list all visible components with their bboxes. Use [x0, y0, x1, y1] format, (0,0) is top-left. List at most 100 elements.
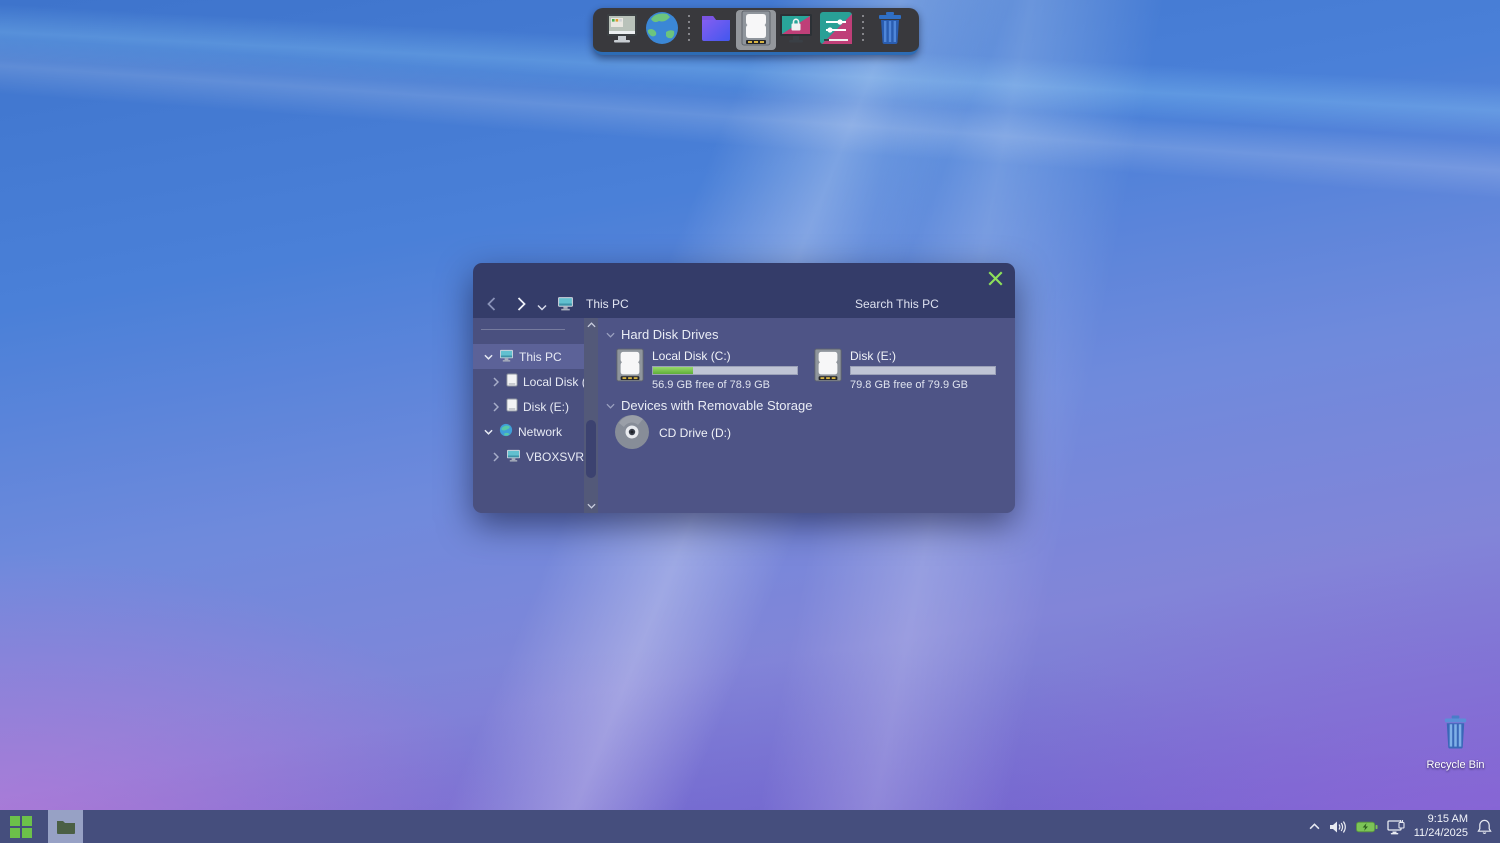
- drive-disk-e[interactable]: Disk (E:) 79.8 GB free of 79.9 GB: [813, 348, 1005, 391]
- hard-disk-icon: [615, 348, 645, 391]
- sidebar-item-this-pc[interactable]: This PC: [473, 344, 584, 369]
- computer-icon: [499, 349, 514, 365]
- capacity-bar: [850, 366, 996, 375]
- search-input[interactable]: Search This PC: [855, 297, 939, 311]
- sidebar-item-network[interactable]: Network: [473, 419, 584, 444]
- drive-name: Disk (E:): [850, 349, 996, 363]
- hard-disk-icon: [813, 348, 843, 391]
- drive-local-disk-c[interactable]: Local Disk (C:) 56.9 GB free of 78.9 GB: [615, 348, 807, 391]
- cd-icon: [614, 414, 650, 455]
- sidebar-item-vboxsvr[interactable]: VBOXSVR: [473, 444, 584, 469]
- network-icon: [499, 423, 513, 440]
- sidebar-scrollbar[interactable]: [584, 318, 598, 513]
- chevron-down-icon: [537, 304, 547, 311]
- section-removable-storage[interactable]: Devices with Removable Storage: [606, 398, 812, 413]
- ethernet-icon: [1387, 819, 1405, 835]
- hard-disk-icon: [506, 373, 518, 390]
- forward-button[interactable]: [517, 297, 526, 311]
- volume-button[interactable]: [1329, 820, 1347, 834]
- history-dropdown-button[interactable]: [537, 304, 547, 311]
- bell-icon: [1477, 818, 1492, 835]
- chevron-right-icon[interactable]: [490, 452, 501, 462]
- notifications-button[interactable]: [1477, 818, 1492, 835]
- taskbar-item-file-manager[interactable]: [48, 810, 83, 843]
- computer-icon: [506, 449, 521, 465]
- recycle-bin[interactable]: Recycle Bin: [1423, 714, 1488, 771]
- dock-item-browser[interactable]: [642, 10, 682, 50]
- hard-disk-icon: [740, 10, 772, 51]
- drive-free-space: 56.9 GB free of 78.9 GB: [652, 379, 798, 391]
- file-explorer-window: This PC Search This PC: [473, 263, 1015, 513]
- section-collapse-icon: [606, 403, 615, 409]
- chevron-down-icon[interactable]: [483, 354, 494, 360]
- chevron-right-icon: [517, 297, 526, 311]
- dock-item-lock-screen[interactable]: [776, 10, 816, 50]
- chevron-right-icon[interactable]: [490, 377, 501, 387]
- drive-list-pane: Hard Disk Drives Loc: [598, 318, 1015, 513]
- drive-name: Local Disk (C:): [652, 349, 798, 363]
- dock-item-disks[interactable]: [736, 10, 776, 50]
- sidebar-item-label: Disk (E:): [523, 400, 569, 414]
- dock-item-display-settings[interactable]: [816, 10, 856, 50]
- desktop-preview-icon: [604, 10, 640, 51]
- taskbar-clock[interactable]: 9:15 AM 11/24/2025: [1414, 813, 1468, 841]
- tray-expand-button[interactable]: [1309, 823, 1320, 830]
- start-button[interactable]: [0, 810, 42, 843]
- sidebar-item-label: This PC: [519, 350, 562, 364]
- sidebar-item-local-disk-c[interactable]: Local Disk (C:): [473, 369, 584, 394]
- section-collapse-icon: [606, 332, 615, 338]
- dock-separator: [862, 15, 864, 45]
- back-button[interactable]: [487, 297, 496, 311]
- dock-item-trash[interactable]: [870, 10, 910, 50]
- navigation-sidebar: This PC Local Disk (C:): [473, 318, 598, 513]
- folder-icon: [698, 10, 734, 51]
- taskbar: 9:15 AM 11/24/2025: [0, 810, 1500, 843]
- close-icon: [988, 271, 1003, 286]
- chevron-up-icon: [1309, 823, 1320, 830]
- window-titlebar[interactable]: This PC Search This PC: [473, 263, 1015, 318]
- window-body: This PC Local Disk (C:): [473, 318, 1015, 513]
- sliders-icon: [818, 10, 854, 51]
- section-hard-disk-drives[interactable]: Hard Disk Drives: [606, 327, 719, 342]
- dock-separator: [688, 15, 690, 45]
- dock-item-desktop[interactable]: [602, 10, 642, 50]
- globe-icon: [644, 10, 680, 51]
- dock-item-file-manager[interactable]: [696, 10, 736, 50]
- folder-tree: This PC Local Disk (C:): [473, 344, 584, 469]
- section-title: Devices with Removable Storage: [621, 398, 812, 413]
- recycle-bin-label: Recycle Bin: [1423, 759, 1488, 771]
- speaker-icon: [1329, 820, 1347, 834]
- capacity-bar-fill: [653, 367, 693, 374]
- desktop-wallpaper: This PC Search This PC: [0, 0, 1500, 843]
- clock-time: 9:15 AM: [1414, 813, 1468, 827]
- drive-free-space: 79.8 GB free of 79.9 GB: [850, 379, 996, 391]
- scrollbar-thumb[interactable]: [586, 420, 596, 478]
- drive-name: CD Drive (D:): [659, 426, 731, 440]
- chevron-right-icon[interactable]: [490, 402, 501, 412]
- sidebar-divider: [481, 329, 565, 330]
- scroll-up-icon[interactable]: [587, 322, 596, 328]
- trash-icon: [873, 10, 907, 51]
- drive-cd-d[interactable]: CD Drive (D:): [614, 414, 731, 455]
- clock-date: 11/24/2025: [1414, 827, 1468, 841]
- chevron-left-icon: [487, 297, 496, 311]
- section-title: Hard Disk Drives: [621, 327, 719, 342]
- recycle-bin-icon: [1439, 739, 1472, 756]
- sidebar-item-label: VBOXSVR: [526, 450, 584, 464]
- system-tray: 9:15 AM 11/24/2025: [1309, 810, 1500, 843]
- capacity-bar: [652, 366, 798, 375]
- battery-charging-icon: [1356, 821, 1378, 833]
- sidebar-item-disk-e[interactable]: Disk (E:): [473, 394, 584, 419]
- battery-button[interactable]: [1356, 821, 1378, 833]
- close-button[interactable]: [983, 266, 1007, 290]
- folder-icon: [56, 819, 76, 835]
- hard-disk-icon: [506, 398, 518, 415]
- scroll-down-icon[interactable]: [587, 503, 596, 509]
- breadcrumb[interactable]: This PC: [586, 297, 629, 311]
- location-icon: [557, 296, 574, 311]
- start-menu-icon: [10, 816, 32, 838]
- network-button[interactable]: [1387, 819, 1405, 835]
- sidebar-item-label: Network: [518, 425, 562, 439]
- dock: [593, 8, 919, 55]
- chevron-down-icon[interactable]: [483, 429, 494, 435]
